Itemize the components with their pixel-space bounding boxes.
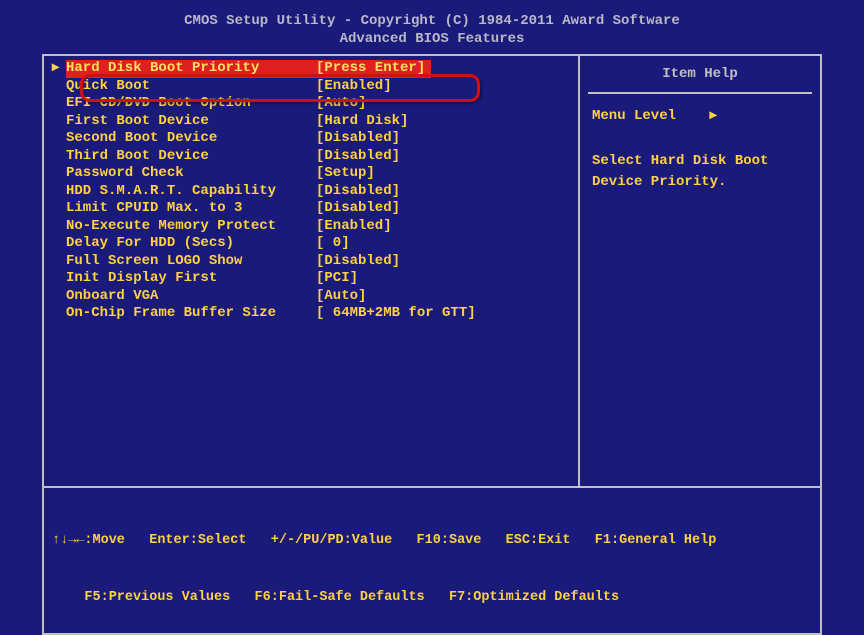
submenu-arrow-icon <box>52 253 66 271</box>
setting-label: Init Display First <box>66 270 316 288</box>
footer-line2: F5:Previous Values F6:Fail-Safe Defaults… <box>52 589 812 608</box>
settings-panel: ▸Hard Disk Boot Priority[Press Enter] Qu… <box>44 56 580 486</box>
submenu-arrow-icon <box>52 288 66 306</box>
setting-value[interactable]: [Enabled] <box>316 78 392 96</box>
submenu-arrow-icon <box>52 183 66 201</box>
submenu-arrow-icon <box>52 148 66 166</box>
setting-row[interactable]: Quick Boot[Enabled] <box>52 78 570 96</box>
setting-row[interactable]: On-Chip Frame Buffer Size[ 64MB+2MB for … <box>52 305 570 323</box>
setting-row[interactable]: Limit CPUID Max. to 3[Disabled] <box>52 200 570 218</box>
setting-value[interactable]: [Enabled] <box>316 218 392 236</box>
header-line2: Advanced BIOS Features <box>0 30 864 48</box>
submenu-arrow-icon <box>52 305 66 323</box>
help-panel: Item Help Menu Level ▸ Select Hard Disk … <box>580 56 820 486</box>
setting-label: EFI CD/DVD Boot Option <box>66 95 316 113</box>
submenu-arrow-icon <box>52 130 66 148</box>
setting-value[interactable]: [Hard Disk] <box>316 113 408 131</box>
submenu-arrow-icon <box>52 95 66 113</box>
setting-label: Full Screen LOGO Show <box>66 253 316 271</box>
setting-value[interactable]: [Disabled] <box>316 200 400 218</box>
submenu-arrow-icon <box>52 270 66 288</box>
help-text: Select Hard Disk Boot Device Priority. <box>588 149 812 195</box>
setting-row[interactable]: ▸Hard Disk Boot Priority[Press Enter] <box>52 60 570 78</box>
setting-label: HDD S.M.A.R.T. Capability <box>66 183 316 201</box>
setting-row[interactable]: Full Screen LOGO Show[Disabled] <box>52 253 570 271</box>
help-title: Item Help <box>588 60 812 94</box>
setting-value[interactable]: [Disabled] <box>316 148 400 166</box>
setting-row[interactable]: Init Display First[PCI] <box>52 270 570 288</box>
header-line1: CMOS Setup Utility - Copyright (C) 1984-… <box>0 12 864 30</box>
setting-label: Hard Disk Boot Priority <box>66 60 316 78</box>
setting-row[interactable]: No-Execute Memory Protect[Enabled] <box>52 218 570 236</box>
setting-value[interactable]: [Auto] <box>316 288 366 306</box>
setting-label: No-Execute Memory Protect <box>66 218 316 236</box>
setting-row[interactable]: EFI CD/DVD Boot Option[Auto] <box>52 95 570 113</box>
menu-level-label: Menu Level <box>592 108 676 124</box>
setting-row[interactable]: First Boot Device[Hard Disk] <box>52 113 570 131</box>
chevron-right-icon: ▸ <box>710 106 717 127</box>
setting-label: Quick Boot <box>66 78 316 96</box>
setting-value[interactable]: [ 64MB+2MB for GTT] <box>316 305 476 323</box>
setting-label: Delay For HDD (Secs) <box>66 235 316 253</box>
setting-label: Password Check <box>66 165 316 183</box>
setting-value[interactable]: [Disabled] <box>316 183 400 201</box>
setting-value[interactable]: [ 0] <box>316 235 350 253</box>
setting-row[interactable]: Third Boot Device[Disabled] <box>52 148 570 166</box>
submenu-arrow-icon <box>52 200 66 218</box>
setting-label: First Boot Device <box>66 113 316 131</box>
bios-header: CMOS Setup Utility - Copyright (C) 1984-… <box>0 0 864 54</box>
setting-label: Limit CPUID Max. to 3 <box>66 200 316 218</box>
setting-value[interactable]: [Press Enter] <box>316 60 431 78</box>
setting-row[interactable]: HDD S.M.A.R.T. Capability[Disabled] <box>52 183 570 201</box>
submenu-arrow-icon <box>52 218 66 236</box>
main-area: ▸Hard Disk Boot Priority[Press Enter] Qu… <box>42 54 822 486</box>
setting-value[interactable]: [Setup] <box>316 165 375 183</box>
setting-value[interactable]: [Disabled] <box>316 130 400 148</box>
setting-label: Third Boot Device <box>66 148 316 166</box>
submenu-arrow-icon: ▸ <box>52 60 66 78</box>
submenu-arrow-icon <box>52 78 66 96</box>
setting-value[interactable]: [Auto] <box>316 95 366 113</box>
setting-row[interactable]: Delay For HDD (Secs)[ 0] <box>52 235 570 253</box>
setting-label: On-Chip Frame Buffer Size <box>66 305 316 323</box>
setting-value[interactable]: [PCI] <box>316 270 358 288</box>
setting-value[interactable]: [Disabled] <box>316 253 400 271</box>
setting-row[interactable]: Second Boot Device[Disabled] <box>52 130 570 148</box>
menu-level: Menu Level ▸ <box>588 104 812 129</box>
setting-row[interactable]: Password Check[Setup] <box>52 165 570 183</box>
setting-row[interactable]: Onboard VGA[Auto] <box>52 288 570 306</box>
submenu-arrow-icon <box>52 165 66 183</box>
footer-hints: ↑↓→←:Move Enter:Select +/-/PU/PD:Value F… <box>42 486 822 634</box>
submenu-arrow-icon <box>52 235 66 253</box>
setting-label: Second Boot Device <box>66 130 316 148</box>
setting-label: Onboard VGA <box>66 288 316 306</box>
footer-line1: ↑↓→←:Move Enter:Select +/-/PU/PD:Value F… <box>52 532 812 551</box>
submenu-arrow-icon <box>52 113 66 131</box>
